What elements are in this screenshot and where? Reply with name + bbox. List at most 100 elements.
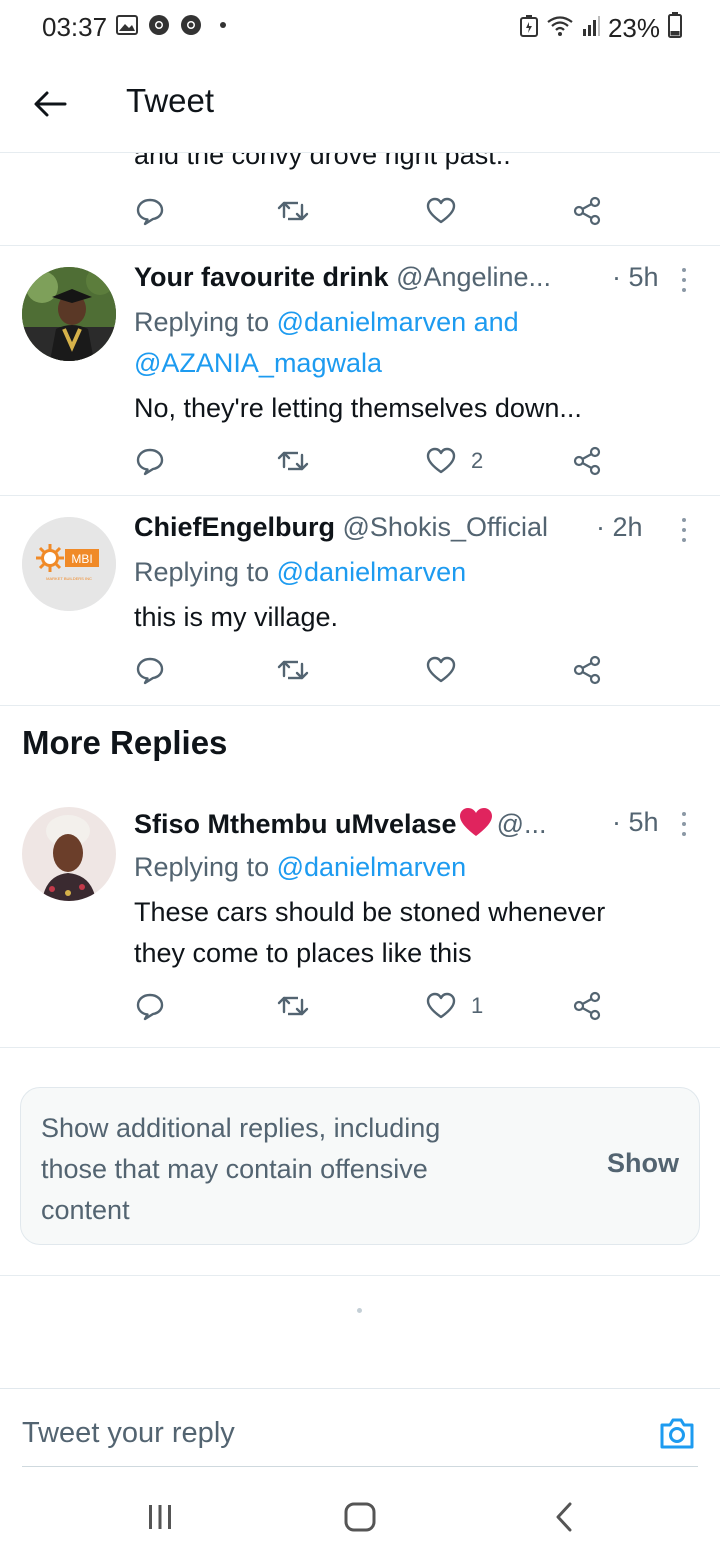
comment-icon bbox=[136, 993, 164, 1021]
camera-button[interactable] bbox=[658, 1415, 696, 1453]
mbi-logo-text: MBI bbox=[71, 552, 92, 566]
reply-button[interactable] bbox=[134, 986, 166, 1026]
like-button[interactable]: 1 bbox=[425, 986, 483, 1026]
tweet-actions: 2 bbox=[134, 441, 614, 481]
like-count: 2 bbox=[471, 448, 484, 473]
share-icon bbox=[573, 196, 601, 226]
mbi-logo: MBI MARKET BUILDERS INC bbox=[22, 517, 116, 611]
clipped-tweet-actions bbox=[134, 191, 614, 231]
heart-icon bbox=[426, 197, 456, 224]
system-nav-bar bbox=[0, 1470, 720, 1560]
replying-label: Replying to bbox=[134, 307, 270, 337]
signal-icon bbox=[582, 13, 600, 44]
divider bbox=[0, 495, 720, 496]
divider bbox=[0, 245, 720, 246]
mention-link[interactable]: @danielmarven and bbox=[277, 307, 519, 337]
additional-replies-text: Show additional replies, including those… bbox=[41, 1113, 441, 1225]
loading-indicator bbox=[357, 1308, 362, 1313]
divider bbox=[0, 1047, 720, 1048]
divider bbox=[0, 1275, 720, 1276]
tweet-time: · 5h bbox=[612, 262, 659, 292]
author-handle[interactable]: @Shokis_Official bbox=[343, 512, 549, 542]
mention-link[interactable]: @danielmarven bbox=[277, 557, 467, 587]
heart-icon bbox=[426, 447, 456, 474]
home-icon bbox=[344, 1502, 376, 1532]
home-button[interactable] bbox=[340, 1500, 380, 1534]
status-notification-icons bbox=[116, 14, 234, 36]
share-icon bbox=[573, 446, 601, 476]
tweet-text-line: These cars should be stoned whenever bbox=[134, 897, 606, 927]
retweet-button[interactable] bbox=[276, 986, 310, 1026]
avatar[interactable]: MBI MARKET BUILDERS INC bbox=[22, 517, 116, 611]
heart-icon bbox=[426, 656, 456, 683]
author-name[interactable]: Sfiso Mthembu uMvelase bbox=[134, 809, 457, 839]
share-button[interactable] bbox=[571, 441, 603, 481]
page-title: Tweet bbox=[126, 82, 215, 119]
avatar-image bbox=[22, 267, 116, 361]
reply-button[interactable] bbox=[134, 650, 166, 690]
author-name[interactable]: ChiefEngelburg bbox=[134, 512, 335, 542]
battery-icon bbox=[668, 12, 682, 45]
author-handle[interactable]: @... bbox=[497, 809, 547, 839]
like-count: 1 bbox=[471, 993, 484, 1018]
replying-label: Replying to bbox=[134, 557, 270, 587]
comment-icon bbox=[136, 198, 164, 226]
retweet-icon bbox=[277, 660, 309, 680]
avatar-image bbox=[22, 807, 116, 901]
share-button[interactable] bbox=[571, 986, 603, 1026]
chrome-icon bbox=[148, 14, 170, 36]
chrome-icon bbox=[180, 14, 202, 36]
share-icon bbox=[573, 991, 601, 1021]
status-time: 03:37 bbox=[42, 12, 108, 42]
retweet-button[interactable] bbox=[276, 191, 310, 231]
battery-text: 23% bbox=[607, 13, 660, 43]
additional-replies-card[interactable]: Show additional replies, including those… bbox=[20, 1087, 700, 1245]
reply-input[interactable]: Tweet your reply bbox=[22, 1417, 235, 1450]
mention-link[interactable]: @danielmarven bbox=[277, 852, 467, 882]
share-button[interactable] bbox=[571, 191, 603, 231]
mbi-logo-subtext: MARKET BUILDERS INC bbox=[46, 576, 92, 581]
heart-icon bbox=[426, 992, 456, 1019]
more-replies-heading: More Replies bbox=[22, 724, 228, 761]
divider bbox=[0, 705, 720, 706]
retweet-icon bbox=[277, 451, 309, 471]
retweet-button[interactable] bbox=[276, 441, 310, 481]
mention-link[interactable]: @AZANIA_magwala bbox=[134, 348, 382, 378]
status-right: 23% bbox=[519, 12, 682, 45]
tweet-header: Your favourite drink @Angeline... bbox=[134, 262, 694, 293]
show-button[interactable]: Show bbox=[607, 1148, 679, 1179]
more-options-icon[interactable] bbox=[681, 268, 687, 292]
back-button[interactable] bbox=[30, 84, 70, 124]
replying-to: Replying to @danielmarven and bbox=[134, 302, 519, 343]
back-nav-button[interactable] bbox=[544, 1500, 584, 1534]
back-chevron-icon bbox=[556, 1502, 572, 1532]
reply-button[interactable] bbox=[134, 441, 166, 481]
recent-apps-icon bbox=[149, 1505, 171, 1529]
recent-apps-button[interactable] bbox=[140, 1500, 180, 1534]
tweet-actions: 1 bbox=[134, 986, 614, 1026]
share-button[interactable] bbox=[571, 650, 603, 690]
status-bar: 03:37 23% bbox=[0, 0, 720, 56]
avatar[interactable] bbox=[22, 267, 116, 361]
wifi-icon bbox=[546, 13, 574, 44]
author-handle[interactable]: @Angeline... bbox=[396, 262, 551, 292]
camera-icon bbox=[660, 1418, 694, 1449]
more-options-icon[interactable] bbox=[681, 812, 687, 836]
red-heart-emoji bbox=[459, 807, 493, 844]
retweet-button[interactable] bbox=[276, 650, 310, 690]
replying-to: Replying to @danielmarven bbox=[134, 552, 466, 593]
reply-button[interactable] bbox=[134, 191, 166, 231]
like-button[interactable] bbox=[425, 650, 457, 690]
like-button[interactable] bbox=[425, 191, 457, 231]
gallery-icon bbox=[116, 14, 138, 36]
like-button[interactable]: 2 bbox=[425, 441, 483, 481]
tweet-actions bbox=[134, 650, 614, 690]
tweet-text: No, they're letting themselves down... bbox=[134, 393, 582, 423]
tweet-time: · 2h bbox=[596, 512, 643, 542]
more-options-icon[interactable] bbox=[681, 518, 687, 542]
author-name[interactable]: Your favourite drink bbox=[134, 262, 389, 292]
share-icon bbox=[573, 655, 601, 685]
reply-composer: Tweet your reply bbox=[0, 1388, 720, 1469]
avatar[interactable] bbox=[22, 807, 116, 901]
composer-underline bbox=[22, 1466, 698, 1467]
